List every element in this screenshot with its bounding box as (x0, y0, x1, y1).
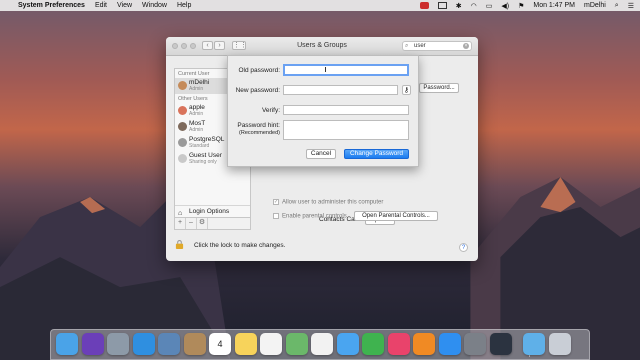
ibooks-icon[interactable] (413, 333, 435, 355)
parental-controls-checkbox[interactable] (273, 213, 279, 219)
password-hint-label: Password hint: (237, 122, 280, 129)
login-options-item[interactable]: ⌂ Login Options (175, 205, 250, 217)
sidebar-buttons: + – ⚙ (175, 217, 250, 229)
cancel-button[interactable]: Cancel (306, 149, 336, 159)
menu-view[interactable]: View (117, 2, 132, 9)
calendar-day: 4 (217, 339, 223, 349)
password-hint-sublabel: (Recommended) (239, 130, 280, 136)
volume-icon[interactable]: ◀) (501, 2, 509, 10)
old-password-field[interactable] (283, 64, 409, 76)
spotlight-icon[interactable]: ⌕ (615, 2, 619, 10)
open-parental-controls-button[interactable]: Open Parental Controls... (354, 211, 438, 221)
title-bar: ‹ › ⋮⋮ Users & Groups ⌕ user × (166, 37, 478, 56)
finder-icon[interactable] (56, 333, 78, 355)
login-options-label: Login Options (189, 208, 230, 215)
safari-icon[interactable] (132, 333, 155, 355)
allow-admin-checkbox[interactable]: ✓ (273, 199, 279, 205)
allow-admin-row[interactable]: ✓ Allow user to administer this computer (273, 199, 383, 206)
reminders-icon[interactable] (260, 333, 282, 355)
change-password-sheet: Old password: New password: ⚷ Verify: Pa… (227, 55, 419, 167)
launchpad-icon[interactable] (107, 333, 129, 355)
avatar (178, 122, 187, 131)
app-store-icon[interactable] (438, 333, 461, 355)
bluetooth-icon[interactable]: ✱ (456, 2, 462, 10)
preview-icon[interactable] (158, 333, 180, 355)
menu-app-name[interactable]: System Preferences (18, 2, 85, 9)
search-input[interactable]: ⌕ user × (402, 41, 472, 51)
display-icon[interactable] (437, 2, 447, 9)
menu-user[interactable]: mDelhi (584, 2, 606, 9)
system-preferences-icon[interactable] (464, 333, 486, 355)
menu-help[interactable]: Help (177, 2, 191, 9)
dock: 4 (50, 329, 590, 360)
avatar (178, 138, 187, 147)
photos-icon[interactable] (311, 333, 333, 355)
menu-clock[interactable]: Mon 1:47 PM (533, 2, 575, 9)
quicktime-icon[interactable] (489, 333, 512, 355)
lock-icon[interactable] (175, 240, 184, 249)
change-password-button[interactable]: Password... (419, 83, 459, 93)
search-icon: ⌕ (405, 43, 409, 49)
verify-field[interactable] (283, 105, 409, 115)
airplay-icon[interactable]: ▭ (486, 2, 493, 10)
new-password-field[interactable] (283, 85, 398, 95)
calendar-icon[interactable]: 4 (209, 333, 231, 355)
lock-row[interactable]: Click the lock to make changes. (175, 240, 286, 249)
menu-window[interactable]: Window (142, 2, 167, 9)
avatar (178, 154, 187, 163)
notes-icon[interactable] (234, 333, 257, 355)
trash-icon[interactable] (548, 333, 571, 355)
add-user-button[interactable]: + (175, 218, 186, 229)
avatar (178, 106, 187, 115)
messages-icon[interactable] (336, 333, 359, 355)
menu-edit[interactable]: Edit (95, 2, 107, 9)
password-assistant-key-icon[interactable]: ⚷ (402, 85, 411, 95)
parental-controls-label: Enable parental controls (282, 213, 347, 220)
allow-admin-label: Allow user to administer this computer (282, 199, 384, 206)
menu-bar: System Preferences Edit View Window Help… (0, 0, 640, 11)
avatar (178, 81, 187, 90)
status-app-icon[interactable] (419, 2, 429, 9)
siri-icon[interactable] (81, 333, 104, 355)
password-hint-field[interactable] (283, 120, 409, 140)
change-password-confirm-button[interactable]: Change Password (344, 149, 409, 159)
downloads-folder-icon[interactable] (523, 333, 545, 355)
gear-icon[interactable]: ⚙ (197, 218, 208, 229)
notification-center-icon[interactable]: ☰ (628, 2, 634, 10)
parental-controls-row[interactable]: Enable parental controls (273, 213, 347, 220)
wifi-icon[interactable]: ◠ (471, 2, 477, 10)
search-value: user (414, 43, 426, 49)
remove-user-button[interactable]: – (186, 218, 197, 229)
clear-search-icon[interactable]: × (463, 43, 469, 49)
contacts-icon[interactable] (183, 333, 206, 355)
maps-icon[interactable] (285, 333, 308, 355)
new-password-label: New password: (235, 87, 280, 94)
text-cursor (325, 67, 326, 72)
status-area: ✱ ◠ ▭ ◀) ⚑ Mon 1:47 PM mDelhi ⌕ ☰ (419, 0, 634, 11)
help-button[interactable]: ? (459, 243, 468, 252)
facetime-icon[interactable] (362, 333, 384, 355)
itunes-icon[interactable] (387, 333, 410, 355)
flag-icon[interactable]: ⚑ (518, 2, 524, 10)
verify-label: Verify: (261, 107, 280, 114)
old-password-label: Old password: (238, 67, 280, 74)
lock-text: Click the lock to make changes. (194, 242, 286, 249)
